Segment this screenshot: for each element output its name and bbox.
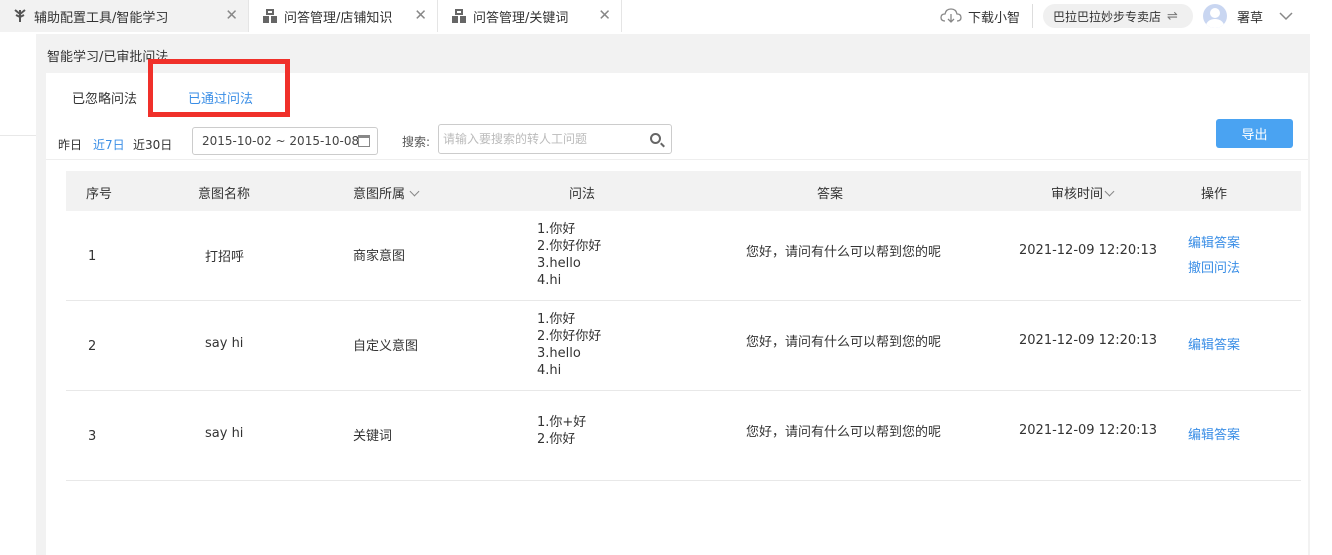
header-label: 审核时间 xyxy=(1051,187,1104,202)
question-list: 1.你好 2.你好你好 3.hello 4.hi xyxy=(537,312,602,378)
intent-belongs: 自定义意图 xyxy=(353,339,419,354)
row-index: 2 xyxy=(88,339,97,354)
header-index: 序号 xyxy=(86,187,113,202)
range-7-days[interactable]: 近7日 xyxy=(93,136,125,153)
question-list: 1.你好 2.你好你好 3.hello 4.hi xyxy=(537,222,602,288)
header-intent-name: 意图名称 xyxy=(198,187,251,202)
app-logo-icon xyxy=(14,9,26,22)
cloud-download-icon xyxy=(940,8,962,23)
tab-shop-knowledge[interactable]: 问答管理/店铺知识 ✕ xyxy=(250,0,438,32)
intent-name: say hi xyxy=(205,336,244,351)
search-box xyxy=(438,124,672,154)
chevron-down-icon xyxy=(409,186,420,197)
close-icon[interactable]: ✕ xyxy=(598,7,611,23)
robot-icon xyxy=(452,9,466,23)
range-30-days[interactable]: 近30日 xyxy=(133,136,172,153)
avatar xyxy=(1203,4,1227,28)
user-name: 署草 xyxy=(1237,10,1264,26)
download-label: 下载小智 xyxy=(968,10,1021,26)
header-intent-belongs[interactable]: 意图所属 xyxy=(353,183,420,202)
edit-answer-link[interactable]: 编辑答案 xyxy=(1188,232,1240,251)
user-menu[interactable]: 署草 xyxy=(1203,2,1293,30)
highlight-box xyxy=(148,59,290,117)
tab-smart-learning[interactable]: 辅助配置工具/智能学习 ✕ xyxy=(0,0,249,32)
tab-label: 辅助配置工具/智能学习 xyxy=(34,10,169,26)
date-range-value: 2015-10-02 ~ 2015-10-08 xyxy=(202,134,360,148)
tab-ignored-questions[interactable]: 已忽略问法 xyxy=(72,88,137,107)
header-answer: 答案 xyxy=(817,187,844,202)
close-icon[interactable]: ✕ xyxy=(414,7,427,23)
header-actions: 操作 xyxy=(1201,187,1228,202)
intent-name: say hi xyxy=(205,426,244,441)
review-time: 2021-12-09 12:20:13 xyxy=(1019,333,1158,348)
header-questions: 问法 xyxy=(569,187,596,202)
download-button[interactable]: 下载小智 xyxy=(940,2,1020,30)
answer-text: 您好，请问有什么可以帮到您的呢 xyxy=(746,425,942,440)
right-edge xyxy=(1310,34,1332,555)
search-input[interactable] xyxy=(443,126,643,152)
review-time: 2021-12-09 12:20:13 xyxy=(1019,243,1158,258)
robot-icon xyxy=(263,9,277,23)
header-review-time[interactable]: 审核时间 xyxy=(1051,183,1115,202)
shop-name: 巴拉巴拉妙步专卖店 xyxy=(1053,9,1162,24)
left-panel xyxy=(0,34,36,555)
answer-text: 您好，请问有什么可以帮到您的呢 xyxy=(746,335,942,350)
range-yesterday[interactable]: 昨日 xyxy=(58,136,82,153)
edit-answer-link[interactable]: 编辑答案 xyxy=(1188,334,1240,353)
search-label: 搜索: xyxy=(402,135,431,149)
search-icon[interactable] xyxy=(650,133,661,144)
calendar-icon xyxy=(358,135,370,147)
shop-switcher[interactable]: 巴拉巴拉妙步专卖店 ⇌ xyxy=(1043,4,1193,28)
date-range-picker[interactable]: 2015-10-02 ~ 2015-10-08 xyxy=(192,127,378,155)
edit-answer-link[interactable]: 编辑答案 xyxy=(1188,424,1240,443)
divider xyxy=(1032,4,1033,28)
row-index: 1 xyxy=(88,249,97,264)
divider xyxy=(46,159,1308,160)
table-header xyxy=(66,171,1301,211)
swap-icon: ⇌ xyxy=(1167,8,1178,24)
row-index: 3 xyxy=(88,429,97,444)
header-label: 意图所属 xyxy=(353,187,406,202)
tab-keywords[interactable]: 问答管理/关键词 ✕ xyxy=(439,0,622,32)
question-list: 1.你+好 2.你好 xyxy=(537,415,587,447)
divider xyxy=(0,135,36,136)
answer-text: 您好，请问有什么可以帮到您的呢 xyxy=(746,245,942,260)
tab-label: 问答管理/关键词 xyxy=(473,10,569,26)
tab-bar: 辅助配置工具/智能学习 ✕ 问答管理/店铺知识 ✕ 问答管理/关键词 ✕ 下载小… xyxy=(0,0,1332,34)
review-time: 2021-12-09 12:20:13 xyxy=(1019,423,1158,438)
chevron-down-icon xyxy=(1279,12,1293,21)
chevron-down-icon xyxy=(1104,186,1115,197)
export-button[interactable]: 导出 xyxy=(1216,119,1293,148)
intent-belongs: 商家意图 xyxy=(353,249,406,264)
intent-belongs: 关键词 xyxy=(353,429,393,444)
revoke-question-link[interactable]: 撤回问法 xyxy=(1188,257,1240,276)
intent-name: 打招呼 xyxy=(205,250,245,265)
close-icon[interactable]: ✕ xyxy=(225,7,238,23)
tab-label: 问答管理/店铺知识 xyxy=(284,10,393,26)
